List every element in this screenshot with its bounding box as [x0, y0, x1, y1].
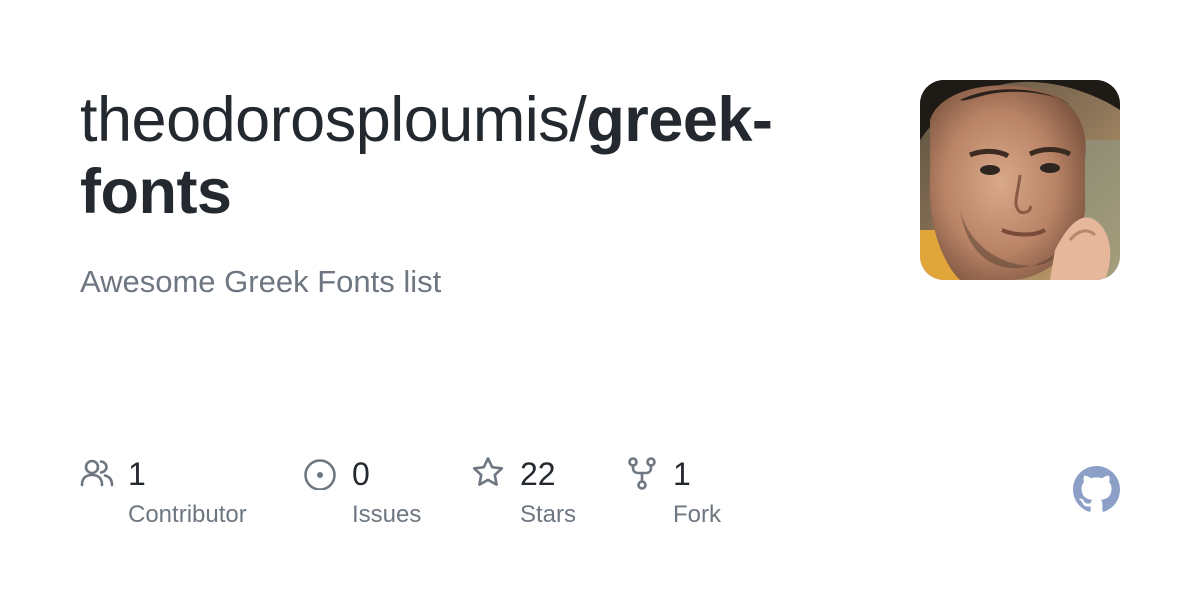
contributors-count: 1 — [128, 456, 146, 492]
issue-opened-icon — [304, 459, 336, 490]
people-icon — [80, 459, 114, 487]
repo-owner[interactable]: theodorosploumis/ — [80, 85, 587, 155]
star-icon — [472, 457, 504, 486]
repo-forked-icon — [628, 457, 656, 490]
contributors-label: Contributor — [128, 501, 247, 528]
repo-description: Awesome Greek Fonts list — [80, 264, 442, 299]
github-mark-icon[interactable] — [1073, 466, 1120, 513]
issues-label: Issues — [352, 501, 422, 528]
stars-count: 22 — [520, 456, 556, 492]
forks-count: 1 — [673, 456, 691, 492]
issues-count: 0 — [352, 456, 370, 492]
stars-label: Stars — [520, 501, 577, 528]
forks-label: Fork — [673, 501, 721, 528]
repo-title[interactable]: theodorosploumis/greek-fonts — [80, 84, 870, 228]
owner-avatar[interactable] — [920, 80, 1120, 280]
